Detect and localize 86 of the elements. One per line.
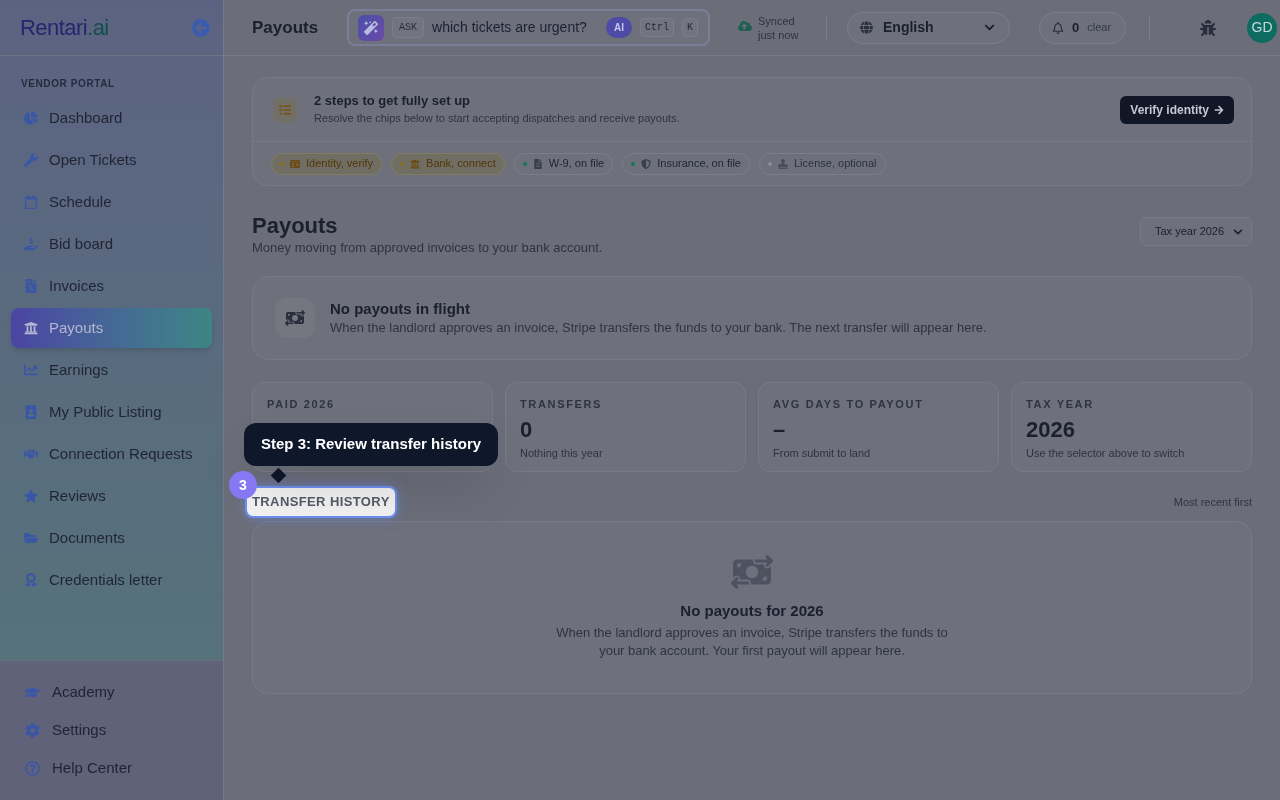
sidebar-item[interactable]: Invoices <box>11 266 212 306</box>
document-icon <box>532 158 543 169</box>
empty-title: No payouts for 2026 <box>680 602 824 621</box>
hand-coin-icon <box>24 237 38 251</box>
stat-note: Nothing this year <box>520 447 603 461</box>
star-icon <box>24 489 38 503</box>
sidebar-item[interactable]: Credentials letter <box>11 560 212 600</box>
checklist-icon <box>273 97 297 122</box>
status-chip[interactable]: License, optional <box>759 152 886 175</box>
stat-value: – <box>773 419 786 441</box>
shortcut-key: K <box>682 18 698 37</box>
stat-label: AVG DAYS TO PAYOUT <box>773 399 924 410</box>
sidebar-footer-item[interactable]: Help Center <box>11 750 212 786</box>
stat-value: 2026 <box>1026 419 1075 441</box>
calendar-icon <box>24 195 38 209</box>
sort-label: Most recent first <box>1173 494 1252 510</box>
sidebar-item[interactable]: Schedule <box>11 182 212 222</box>
sidebar-item[interactable]: Payouts <box>11 308 212 348</box>
year-select[interactable]: Tax year 2026 <box>1140 217 1252 246</box>
invoice-icon <box>24 279 38 293</box>
search-input[interactable]: which tickets are urgent? <box>432 17 598 38</box>
bank-icon <box>24 321 38 335</box>
sidebar-item[interactable]: Connection Requests <box>11 434 212 474</box>
verify-identity-button[interactable]: Verify identity <box>1120 95 1234 124</box>
money-transfer-icon <box>275 298 315 338</box>
page-title: Payouts <box>252 16 320 39</box>
status-chip[interactable]: Identity, verify <box>271 152 383 175</box>
tour-tooltip: Step 3: Review transfer history <box>244 423 499 466</box>
pie-chart-icon <box>24 111 38 125</box>
id-card-icon <box>290 158 300 169</box>
chevron-down-icon <box>1233 226 1243 237</box>
cloud-icon <box>738 18 752 33</box>
section-label: VENDOR PORTAL <box>20 79 116 89</box>
user-avatar[interactable]: GD <box>1247 12 1277 43</box>
line-chart-icon <box>24 363 38 377</box>
section-heading: TRANSFER HISTORY <box>245 486 397 518</box>
language-select[interactable]: English <box>847 11 1010 44</box>
folder-icon <box>24 531 38 545</box>
sidebar-item[interactable]: Bid board <box>11 224 212 264</box>
stamp-icon <box>778 158 788 169</box>
sidebar-item[interactable]: Dashboard <box>11 98 212 138</box>
sidebar-footer-item[interactable]: Academy <box>11 674 212 710</box>
in-flight-title: No payouts in flight <box>330 299 470 319</box>
stat-label: PAID 2026 <box>267 399 335 410</box>
stat-note: Use the selector above to switch <box>1026 447 1185 461</box>
shortcut-key: Ctrl <box>639 18 674 37</box>
status-chip[interactable]: Bank, connect <box>391 152 505 175</box>
stat-note: From submit to land <box>773 447 871 461</box>
globe-icon <box>860 21 873 34</box>
stat-label: TRANSFERS <box>520 399 603 410</box>
arrow-right-icon <box>1214 104 1224 115</box>
sidebar-item[interactable]: My Public Listing <box>11 392 212 432</box>
bell-icon <box>1052 21 1064 34</box>
status-chip[interactable]: Insurance, on file <box>622 152 750 175</box>
sync-status: Synced just now <box>758 13 800 42</box>
ai-badge: AI <box>605 17 632 38</box>
notification-count: 0 <box>1072 18 1080 37</box>
chevron-down-icon <box>984 22 995 33</box>
sidebar-item[interactable]: Reviews <box>11 476 212 516</box>
bank-icon <box>410 158 421 169</box>
sidebar-item[interactable]: Documents <box>11 518 212 558</box>
empty-description: When the landlord approves an invoice, Stripe transfers the funds to your bank account. Your first payout will appear here. <box>555 623 949 660</box>
sidebar-footer-item[interactable]: Settings <box>11 712 212 748</box>
search-field[interactable]: ASK which tickets are urgent? AI Ctrl K <box>347 9 710 46</box>
shield-icon <box>641 158 652 169</box>
settings-icon <box>25 722 40 738</box>
handshake-icon <box>24 447 38 461</box>
ask-tag: ASK <box>392 17 424 38</box>
wrench-icon <box>24 153 38 167</box>
status-chip[interactable]: W-9, on file <box>513 152 614 175</box>
setup-description: Resolve the chips below to start accepting dispatches and receive payouts. <box>314 112 680 126</box>
logo: Rentari.ai <box>20 16 109 39</box>
id-badge-icon <box>24 405 38 419</box>
bug-icon[interactable] <box>1200 19 1216 36</box>
magic-wand-icon <box>358 14 384 41</box>
in-flight-description: When the landlord approves an invoice, Stripe transfers the funds to your bank. The next transfer will appear here. <box>330 320 987 337</box>
stat-value: 0 <box>520 419 533 441</box>
sidebar-item[interactable]: Open Tickets <box>11 140 212 180</box>
help-icon <box>25 760 40 776</box>
page-subtitle: Money moving from approved invoices to your bank account. <box>252 240 603 256</box>
page-heading: Payouts <box>252 212 338 240</box>
setup-title: 2 steps to get fully set up <box>314 93 471 110</box>
sidebar-item[interactable]: Earnings <box>11 350 212 390</box>
stat-label: TAX YEAR <box>1026 399 1094 410</box>
award-icon <box>24 573 38 587</box>
money-transfer-icon <box>731 555 773 589</box>
